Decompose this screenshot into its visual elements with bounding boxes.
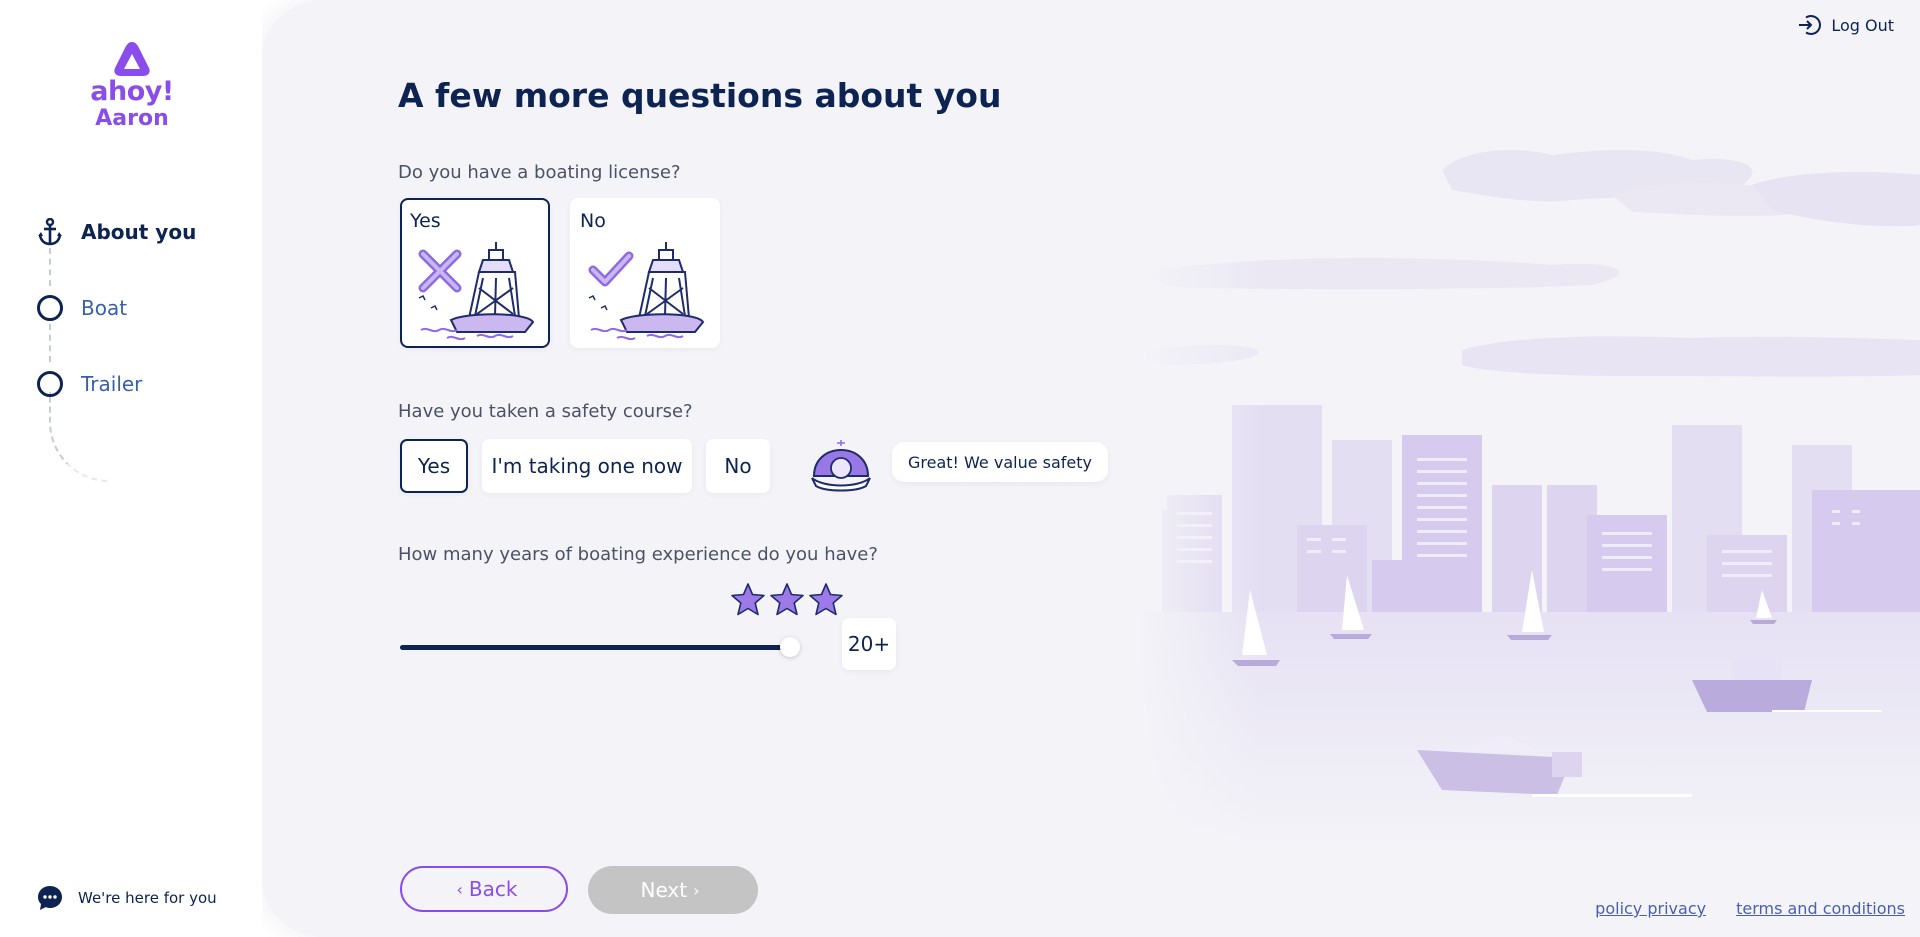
option-label: Yes bbox=[410, 210, 441, 232]
star-icon bbox=[809, 583, 843, 616]
pearl-clam-icon bbox=[811, 440, 871, 492]
safety-yes-option[interactable]: Yes bbox=[400, 439, 468, 493]
safety-taking-option[interactable]: I'm taking one now bbox=[482, 439, 692, 493]
logout-icon bbox=[1799, 15, 1822, 35]
step-trailer[interactable]: Trailer bbox=[36, 364, 246, 404]
back-button[interactable]: ‹ Back bbox=[400, 866, 568, 912]
policy-privacy-link[interactable]: policy privacy bbox=[1595, 899, 1706, 918]
help-chat-button[interactable]: We're here for you bbox=[36, 884, 217, 912]
anchor-icon bbox=[36, 218, 64, 246]
star-icon bbox=[731, 583, 765, 616]
back-label: Back bbox=[468, 877, 518, 901]
chevron-right-icon: › bbox=[693, 880, 700, 900]
harbor-city-illustration bbox=[1132, 140, 1920, 860]
terms-link[interactable]: terms and conditions bbox=[1736, 899, 1905, 918]
experience-question: How many years of boating experience do … bbox=[398, 544, 878, 565]
safety-feedback-bubble: Great! We value safety bbox=[892, 442, 1109, 482]
step-label: Boat bbox=[81, 296, 128, 320]
buoy-check-icon bbox=[588, 242, 705, 341]
help-label: We're here for you bbox=[78, 889, 217, 907]
chat-bubble-icon bbox=[38, 886, 62, 910]
footer-links: policy privacy terms and conditions bbox=[1595, 899, 1905, 918]
star-icon bbox=[770, 583, 804, 616]
step-connector bbox=[49, 324, 51, 362]
sidebar: ahoy! Aaron About you Boat Trailer We're… bbox=[0, 0, 262, 937]
option-label: No bbox=[580, 210, 606, 232]
step-label: About you bbox=[81, 220, 197, 244]
brand-logo[interactable]: ahoy! Aaron bbox=[90, 40, 174, 132]
step-boat[interactable]: Boat bbox=[36, 288, 246, 328]
step-label: Trailer bbox=[81, 372, 143, 396]
logout-button[interactable]: Log Out bbox=[1797, 13, 1894, 37]
slider-thumb[interactable] bbox=[780, 637, 800, 657]
license-yes-option[interactable]: Yes bbox=[400, 198, 550, 348]
experience-slider[interactable] bbox=[400, 637, 800, 657]
slider-value: 20+ bbox=[842, 618, 896, 670]
main-panel: Log Out A few more questions about you D… bbox=[262, 0, 1920, 937]
step-connector-tail bbox=[49, 392, 109, 482]
next-label: Next bbox=[640, 878, 688, 902]
safety-question: Have you taken a safety course? bbox=[398, 401, 693, 422]
buoy-cross-icon bbox=[418, 242, 535, 341]
license-question: Do you have a boating license? bbox=[398, 162, 681, 183]
experience-stars bbox=[730, 582, 844, 618]
license-no-option[interactable]: No bbox=[570, 198, 720, 348]
chevron-left-icon: ‹ bbox=[456, 879, 463, 899]
page-title: A few more questions about you bbox=[398, 76, 1002, 115]
step-connector bbox=[49, 248, 51, 286]
logout-label: Log Out bbox=[1831, 15, 1894, 35]
step-about-you[interactable]: About you bbox=[36, 212, 246, 252]
slider-fill bbox=[400, 645, 790, 650]
circle-icon bbox=[36, 370, 64, 398]
next-button[interactable]: Next › bbox=[588, 866, 758, 914]
user-name: Aaron bbox=[95, 106, 169, 131]
ahoy-logo-icon bbox=[114, 42, 150, 76]
circle-icon bbox=[36, 294, 64, 322]
safety-no-option[interactable]: No bbox=[706, 439, 770, 493]
brand-wordmark: ahoy! bbox=[90, 76, 174, 107]
